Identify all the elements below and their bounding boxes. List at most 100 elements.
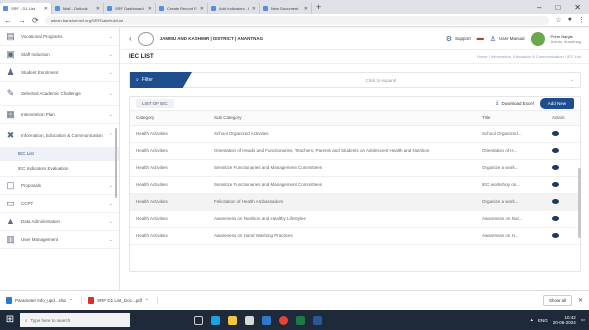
mail-icon[interactable]: [262, 315, 271, 325]
task-view-icon[interactable]: [194, 315, 203, 325]
edge-icon[interactable]: [211, 315, 220, 325]
close-icon[interactable]: ✕: [148, 6, 152, 12]
support-label: Support: [454, 36, 471, 41]
sidebar-item-plan[interactable]: ▦ Intervention Plan ⌄: [0, 106, 119, 124]
close-window-button[interactable]: ✕: [574, 3, 581, 12]
cell-title: Organize a work...: [476, 193, 546, 211]
view-icon[interactable]: [552, 130, 559, 136]
sidebar-item-data[interactable]: ▲ Data Administration ⌄: [0, 213, 119, 231]
file-explorer-icon[interactable]: [228, 315, 237, 325]
excel-icon[interactable]: [296, 315, 305, 325]
view-icon[interactable]: [552, 198, 559, 204]
browser-tab[interactable]: New Document ✕: [260, 3, 312, 14]
view-icon[interactable]: [552, 232, 559, 238]
sidebar-item-challenge[interactable]: ✎ Selected Academic Challenge ⌄: [0, 82, 119, 106]
sidebar-item-staff[interactable]: ▣ Staff Induction ⌄: [0, 46, 119, 64]
user-manual-label: User Manual: [499, 36, 525, 41]
sidebar-item-proposals[interactable]: ▢ Proposals ⌄: [0, 177, 119, 195]
chevron-down-icon: ⌄: [108, 200, 113, 207]
language-indicator[interactable]: ENG: [538, 318, 548, 323]
close-icon[interactable]: ✕: [304, 6, 308, 12]
windows-start-icon[interactable]: ⊞: [4, 314, 16, 326]
download-excel-button[interactable]: ⤓ Download Excel: [496, 100, 534, 107]
sidebar-item-student[interactable]: ♟ Student Enrolment ⌄: [0, 64, 119, 82]
filter-hint: Click to expand: [365, 77, 397, 83]
back-icon[interactable]: ‹: [129, 34, 132, 43]
notification-icon[interactable]: ▭: [581, 317, 585, 323]
word-icon[interactable]: [313, 315, 322, 325]
chevron-down-icon[interactable]: ⌄: [570, 77, 580, 83]
book-icon: ▬: [476, 35, 484, 42]
show-all-button[interactable]: Show all: [542, 295, 572, 306]
tab-label: Mail - Outlook: [63, 6, 88, 11]
view-icon[interactable]: [552, 181, 559, 187]
table-row: Health Activities Awareness on Nutrition …: [130, 210, 580, 228]
tab-label: Create Record Form: [167, 6, 197, 11]
store-icon[interactable]: [245, 315, 254, 325]
star-icon[interactable]: ☆: [555, 16, 561, 24]
column-header[interactable]: Sub Category: [208, 111, 476, 126]
sidebar-item-ccpt[interactable]: ▭ CCPT ⌄: [0, 195, 119, 213]
plan-icon: ▦: [6, 109, 15, 119]
clock[interactable]: 10:42 20-06-2024: [553, 315, 576, 325]
download-item[interactable]: Parameter Info_upd...xlsx ⌃: [6, 297, 83, 304]
browser-tab[interactable]: Mail - Outlook ✕: [52, 3, 104, 14]
chevron-down-icon: ⌄: [108, 33, 113, 40]
view-icon[interactable]: [552, 164, 559, 170]
users-icon: ▥: [6, 234, 15, 244]
profile-icon[interactable]: ●: [568, 16, 572, 24]
column-header[interactable]: Title: [476, 111, 546, 126]
close-icon[interactable]: ✕: [578, 297, 583, 304]
maximize-button[interactable]: □: [555, 3, 560, 12]
close-icon[interactable]: ✕: [44, 6, 48, 12]
column-header[interactable]: Category: [130, 111, 208, 126]
cell-subcategory: Sensitize Functionaries and Management C…: [208, 159, 476, 177]
close-icon[interactable]: ✕: [96, 6, 100, 12]
chevron-up-icon[interactable]: ⌃: [145, 298, 149, 304]
sidebar-item-label: User Management: [21, 236, 59, 242]
chrome-icon[interactable]: [279, 315, 288, 325]
chevron-up-icon: ⌃: [108, 132, 113, 139]
back-icon[interactable]: ←: [4, 16, 12, 25]
user-info[interactable]: Prem Nargis Admin, Anantnag: [551, 34, 581, 44]
iec-icon: ✖: [6, 130, 15, 140]
download-item[interactable]: SRF D1 List_Doc...pdf ⌃: [88, 297, 158, 304]
url-input[interactable]: admin.transformsrf.org/SRFDataHub/List: [44, 15, 550, 25]
cell-subcategory: Orientation of Heads and Functionaries, …: [208, 142, 476, 160]
browser-tab[interactable]: SRF Dashboard ✕: [104, 3, 156, 14]
tab-label: SRF Dashboard: [115, 6, 144, 11]
new-tab-button[interactable]: +: [316, 2, 321, 12]
filter-button[interactable]: ⌕ Filter: [130, 72, 192, 88]
view-icon[interactable]: [552, 147, 559, 153]
filter-bar[interactable]: ⌕ Filter Click to expand ⌄: [129, 72, 581, 88]
sidebar-item-iec[interactable]: ✖ Information, Education & Communication ⌃: [0, 124, 119, 148]
sidebar-scrollbar[interactable]: [115, 128, 117, 198]
chevron-up-icon[interactable]: ⌃: [69, 298, 73, 304]
menu-icon[interactable]: ⋮: [578, 16, 585, 24]
browser-tab[interactable]: Create Record Form✕: [156, 3, 208, 14]
browser-tab[interactable]: SRF - D1 List ✕: [0, 3, 52, 14]
view-icon[interactable]: [552, 215, 559, 221]
minimize-button[interactable]: –: [537, 3, 541, 12]
sidebar-item-iec-list[interactable]: IEC List: [0, 148, 119, 161]
browser-tab[interactable]: Add Indicators - Form✕: [208, 3, 260, 14]
app: ▤ Vocational Programs ⌄ ▣ Staff Induction ⌄ …: [0, 28, 589, 290]
avatar[interactable]: [530, 31, 545, 46]
close-icon[interactable]: ✕: [200, 6, 204, 12]
reload-icon[interactable]: ⟳: [32, 16, 39, 25]
close-icon[interactable]: ✕: [252, 6, 256, 12]
support-button[interactable]: ⚙ Support: [446, 35, 471, 43]
book-button[interactable]: ▬: [477, 35, 484, 42]
network-icon[interactable]: ▴: [531, 317, 533, 323]
page-scrollbar[interactable]: [578, 168, 581, 238]
cell-title: Awareness on Nut...: [476, 210, 546, 228]
taskbar-search-input[interactable]: ⌕ Type here to search: [20, 313, 130, 327]
sidebar-item-users[interactable]: ▥ User Management ⌄: [0, 231, 119, 249]
sidebar-item-label: Staff Induction: [21, 51, 50, 57]
add-new-button[interactable]: Add New: [539, 98, 574, 109]
user-manual-button[interactable]: ♙ User Manual: [490, 35, 525, 43]
sidebar-item-iec-evaluation[interactable]: IEC Indicators Evaluation: [0, 161, 119, 177]
location-breadcrumb: JAMMU AND KASHMIR | DISTRICT | ANANTNAG: [159, 36, 264, 41]
forward-icon[interactable]: →: [18, 16, 26, 25]
sidebar-item-vocational[interactable]: ▤ Vocational Programs ⌄: [0, 28, 119, 46]
